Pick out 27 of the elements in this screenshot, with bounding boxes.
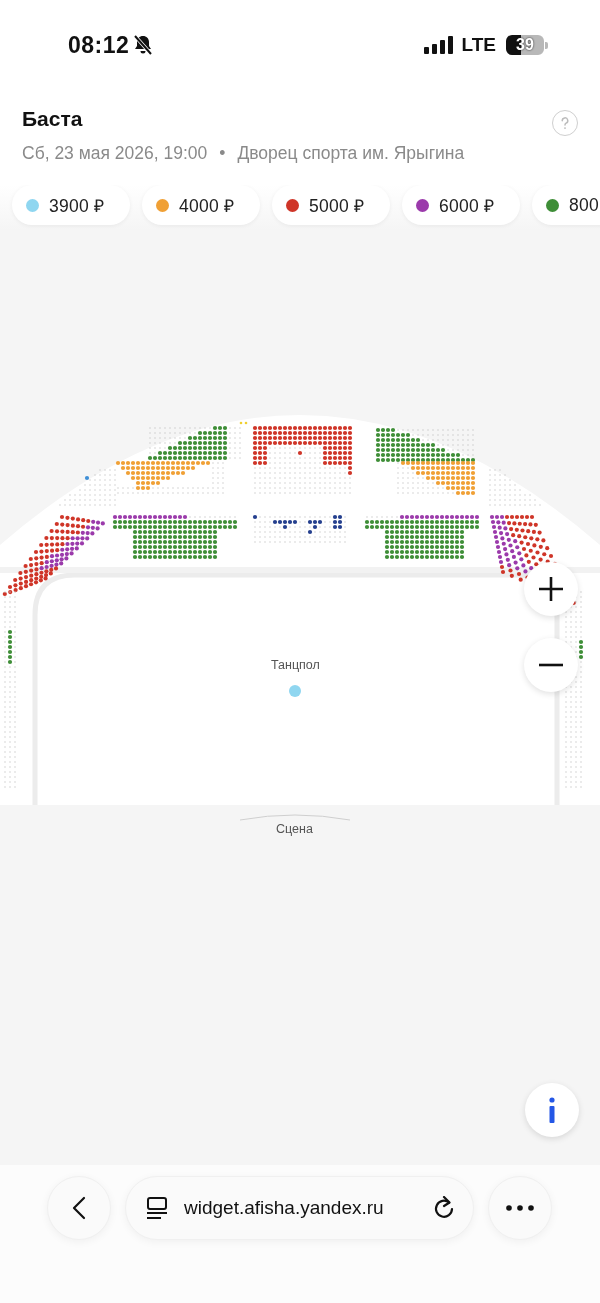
event-date: Сб, 23 мая 2026, 19:00 (22, 143, 208, 164)
separator-dot: • (219, 143, 226, 164)
page-menu-icon (146, 1196, 168, 1220)
url-text: widget.afisha.yandex.ru (184, 1197, 385, 1219)
price-filter-chip[interactable]: 800 (532, 185, 600, 225)
minus-icon (538, 663, 564, 667)
price-filter-chip[interactable]: 4000 ₽ (142, 185, 260, 225)
price-filter-chip[interactable]: 6000 ₽ (402, 185, 520, 225)
reload-icon[interactable] (433, 1196, 455, 1220)
dance-floor-marker[interactable] (289, 685, 301, 697)
venue-name: Дворец спорта им. Ярыгина (237, 143, 465, 164)
dance-floor-label: Танцпол (271, 658, 320, 672)
info-button[interactable] (525, 1083, 579, 1137)
more-icon (506, 1205, 534, 1211)
network-type: LTE (461, 34, 496, 56)
price-filter-chip[interactable]: 5000 ₽ (272, 185, 390, 225)
clock-time: 08:12 (68, 31, 130, 59)
signal-icon (423, 36, 454, 54)
seat-map-drawing[interactable] (0, 415, 600, 821)
stage-label: Сцена (276, 822, 313, 836)
chevron-left-icon (72, 1196, 86, 1220)
info-icon (548, 1097, 556, 1123)
price-filter-chip[interactable]: 3900 ₽ (12, 185, 130, 225)
event-title: Баста (22, 107, 83, 131)
muted-bell-icon (132, 34, 155, 56)
address-bar[interactable]: widget.afisha.yandex.ru (125, 1176, 474, 1240)
plus-icon (538, 576, 564, 602)
